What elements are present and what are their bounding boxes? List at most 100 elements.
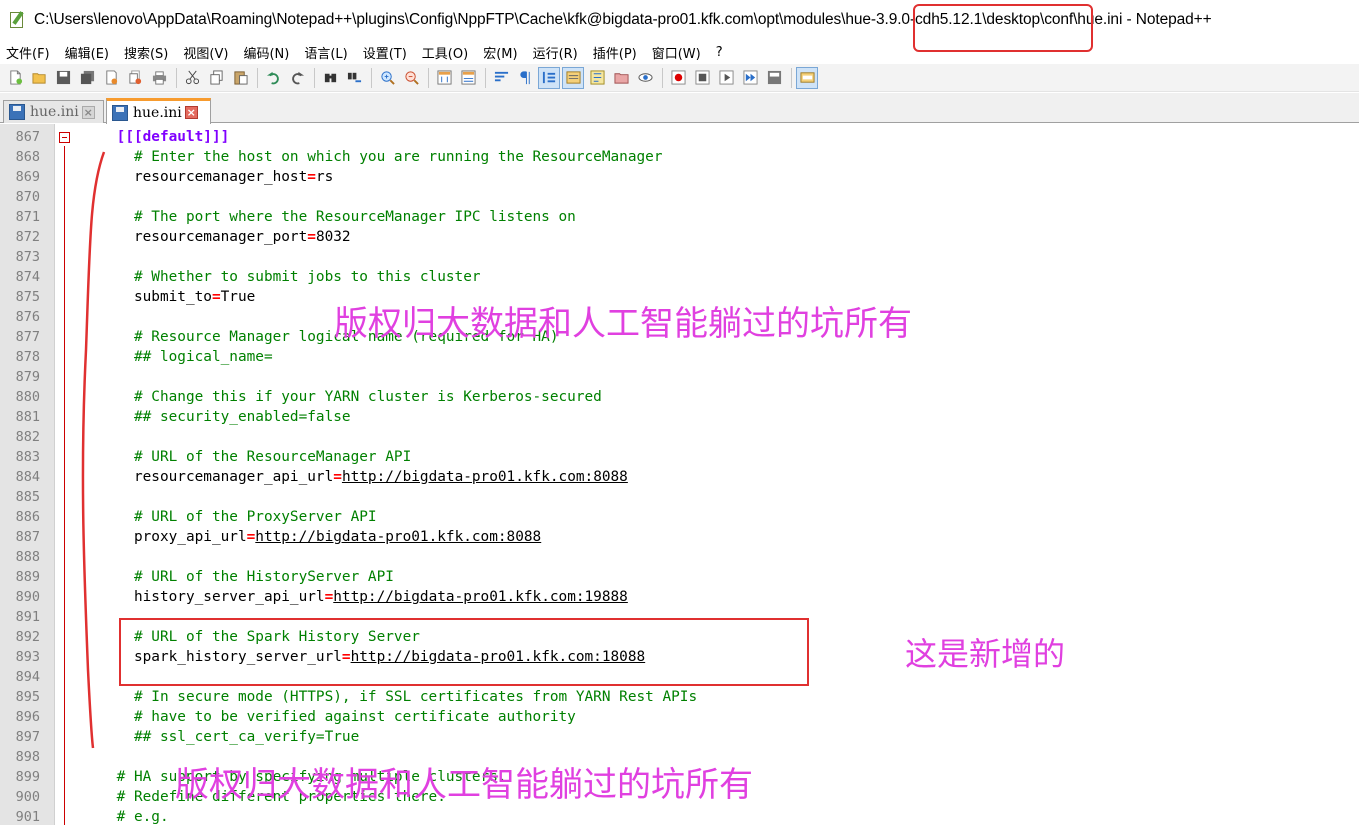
code-token: [[[default]]] [82,129,230,145]
open-file-icon[interactable] [28,67,50,89]
save-macro-icon[interactable] [763,67,785,89]
menu-item[interactable]: 语言(L) [304,43,347,62]
editor-area[interactable]: 867 868 869 870 871 872 873 874 875 876 877 878 879 8… [0,124,1359,825]
record-macro-icon[interactable] [667,67,689,89]
stop-record-icon[interactable] [691,67,713,89]
menu-item[interactable]: 编辑(E) [65,43,109,62]
code-line[interactable]: # have to be verified against certificat… [0,707,576,727]
sync-vertical-icon[interactable] [433,67,455,89]
tab-label: hue.ini [30,104,79,120]
code-line[interactable]: resourcemanager_api_url=http://bigdata-p… [0,467,628,487]
line-number: 891 [15,609,40,625]
code-line[interactable]: # Whether to submit jobs to this cluster [0,267,481,287]
line-number: 879 [15,369,40,385]
save-all-icon[interactable] [76,67,98,89]
folder-workspace-icon[interactable] [610,67,632,89]
code-token: = [333,469,342,485]
find-icon[interactable] [319,67,341,89]
toolbar-separator [371,67,372,88]
code-line[interactable]: submit_to=True [0,287,255,307]
code-token: ## security_enabled=false [82,409,351,425]
function-list-icon[interactable] [586,67,608,89]
code-token: = [307,169,316,185]
toolbar-separator [791,67,792,88]
code-url-link[interactable]: http://bigdata-pro01.kfk.com:19888 [333,589,628,605]
code-token: = [307,229,316,245]
redo-icon[interactable] [286,67,308,89]
notepadpp-app-icon[interactable] [8,11,26,29]
close-tab-icon[interactable]: × [81,105,95,119]
nppftp-icon[interactable] [796,66,818,89]
code-line[interactable]: # Enter the host on which you are runnin… [0,147,663,167]
saved-file-icon [9,104,25,120]
new-file-icon[interactable] [4,67,26,89]
menu-item[interactable]: 搜索(S) [124,43,168,62]
tab-hue-ini-1[interactable]: hue.ini × [3,100,104,123]
menu-item[interactable]: 设置(T) [363,43,407,62]
code-line[interactable]: # URL of the HistoryServer API [0,567,394,587]
line-number: 876 [15,309,40,325]
code-line[interactable]: # Change this if your YARN cluster is Ke… [0,387,602,407]
monitoring-icon[interactable] [634,67,656,89]
paste-icon[interactable] [229,67,251,89]
code-line[interactable]: ## ssl_cert_ca_verify=True [0,727,359,747]
menu-item[interactable]: 窗口(W) [652,43,701,62]
cut-icon[interactable] [181,67,203,89]
copy-icon[interactable] [205,67,227,89]
zoom-out-icon[interactable] [400,67,422,89]
save-icon[interactable] [52,67,74,89]
menu-item[interactable]: 视图(V) [183,43,228,62]
code-url-link[interactable]: http://bigdata-pro01.kfk.com:8088 [342,469,628,485]
run-macro-multiple-icon[interactable] [739,67,761,89]
play-macro-icon[interactable] [715,67,737,89]
word-wrap-icon[interactable] [490,67,512,89]
toolbar-separator [485,67,486,88]
menu-item[interactable]: 编码(N) [243,43,289,62]
line-number: 888 [15,549,40,565]
code-line[interactable]: # In secure mode (HTTPS), if SSL certifi… [0,687,697,707]
code-token: # URL of the ProxyServer API [82,509,377,525]
doc-map-icon[interactable] [562,66,584,89]
code-line[interactable]: # URL of the ResourceManager API [0,447,411,467]
line-number: 870 [15,189,40,205]
menu-item[interactable]: 运行(R) [533,43,578,62]
code-token: # Change this if your YARN cluster is Ke… [82,389,602,405]
annotation-title-highlight [913,4,1093,52]
code-line[interactable]: # The port where the ResourceManager IPC… [0,207,576,227]
code-line[interactable]: resourcemanager_host=rs [0,167,333,187]
close-icon[interactable] [100,67,122,89]
print-icon[interactable] [148,67,170,89]
code-line[interactable]: proxy_api_url=http://bigdata-pro01.kfk.c… [0,527,541,547]
code-line[interactable]: history_server_api_url=http://bigdata-pr… [0,587,628,607]
code-line[interactable]: ## logical_name= [0,347,273,367]
show-all-chars-icon[interactable] [514,67,536,89]
close-tab-icon[interactable]: × [184,106,198,119]
code-token: proxy_api_url [82,529,247,545]
menu-item[interactable]: 插件(P) [593,43,637,62]
code-token: # In secure mode (HTTPS), if SSL certifi… [82,689,698,705]
line-number: 885 [15,489,40,505]
code-token: rs [315,169,334,185]
zoom-in-icon[interactable] [376,67,398,89]
code-line[interactable]: # e.g. [0,807,169,825]
tab-hue-ini-2[interactable]: hue.ini × [106,98,211,124]
indent-guide-icon[interactable] [538,66,560,89]
code-token: # e.g. [82,809,169,825]
line-number: 873 [15,249,40,265]
code-line[interactable]: resourcemanager_port=8032 [0,227,351,247]
code-url-link[interactable]: http://bigdata-pro01.kfk.com:8088 [255,529,541,545]
menu-item[interactable]: 工具(O) [422,43,468,62]
menu-item[interactable]: 文件(F) [6,43,50,62]
code-line[interactable]: [[[default]]] [0,127,230,147]
code-token: ## logical_name= [82,349,273,365]
menu-item[interactable]: ? [716,45,723,60]
code-token: = [246,529,256,545]
code-line[interactable]: ## security_enabled=false [0,407,351,427]
undo-icon[interactable] [262,67,284,89]
menu-item[interactable]: 宏(M) [483,43,517,62]
close-all-icon[interactable] [124,67,146,89]
code-line[interactable]: # URL of the ProxyServer API [0,507,377,527]
sync-horizontal-icon[interactable] [457,67,479,89]
code-token: resourcemanager_api_url [82,469,334,485]
replace-icon[interactable] [343,67,365,89]
